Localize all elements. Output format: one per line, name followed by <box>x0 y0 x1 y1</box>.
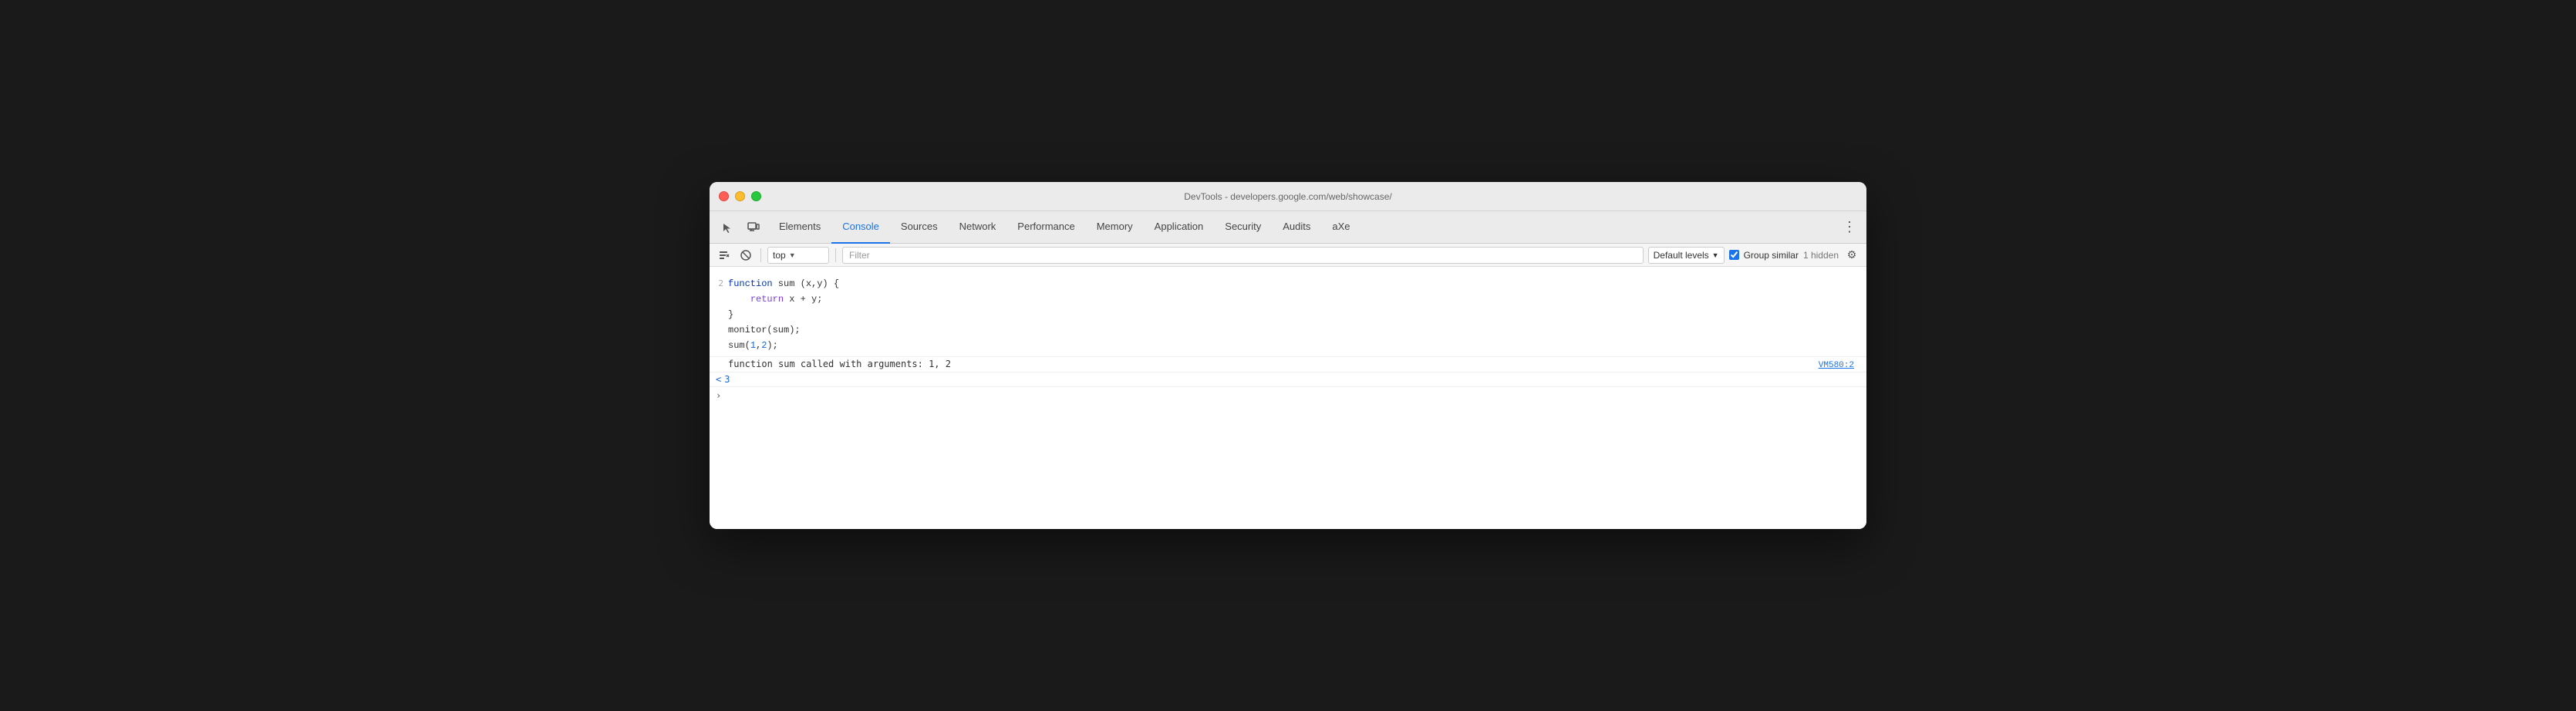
code-line-5: sum(1,2); <box>728 338 1866 353</box>
console-input-line: › <box>710 386 1866 404</box>
clear-console-button[interactable] <box>716 247 733 264</box>
console-settings-button[interactable]: ⚙ <box>1843 247 1860 264</box>
chevron-down-icon: ▼ <box>789 251 796 259</box>
device-icon[interactable] <box>742 217 765 238</box>
filter-input[interactable] <box>842 247 1644 264</box>
output-line: function sum called with arguments: 1, 2… <box>710 356 1866 372</box>
cursor-icon[interactable] <box>716 217 739 238</box>
nav-tabs: Elements Console Sources Network Perform… <box>710 211 1866 244</box>
code-line-1: function sum (x,y) { <box>728 276 1866 291</box>
more-tabs-button[interactable]: ⋮ <box>1839 217 1860 238</box>
console-output: 2 function sum (x,y) { return x + y; } m… <box>710 267 1866 529</box>
code-lines: function sum (x,y) { return x + y; } mon… <box>728 276 1866 353</box>
group-similar-control: Group similar <box>1729 250 1799 261</box>
maximize-button[interactable] <box>751 191 761 201</box>
tab-network[interactable]: Network <box>949 211 1007 244</box>
stop-button[interactable] <box>737 247 754 264</box>
result-chevron: < <box>716 374 721 385</box>
line-number: 2 <box>710 276 728 291</box>
divider-2 <box>835 248 836 262</box>
input-prompt-icon: › <box>716 390 721 401</box>
result-line: < 3 <box>710 372 1866 386</box>
tab-application[interactable]: Application <box>1144 211 1215 244</box>
hidden-count-badge: 1 hidden <box>1803 250 1839 261</box>
console-toolbar: top ▼ Default levels ▼ Group similar 1 h… <box>710 244 1866 267</box>
traffic-lights <box>719 191 761 201</box>
divider-1 <box>760 248 761 262</box>
code-line-4: monitor(sum); <box>728 322 1866 338</box>
default-levels-dropdown[interactable]: Default levels ▼ <box>1648 247 1725 264</box>
tab-memory[interactable]: Memory <box>1086 211 1144 244</box>
vm-link[interactable]: VM580:2 <box>1819 361 1860 370</box>
code-line-2: return x + y; <box>728 291 1866 307</box>
code-input-block: 2 function sum (x,y) { return x + y; } m… <box>710 273 1866 356</box>
tab-sources[interactable]: Sources <box>890 211 949 244</box>
tab-performance[interactable]: Performance <box>1006 211 1085 244</box>
window-title: DevTools - developers.google.com/web/sho… <box>1184 191 1391 202</box>
chevron-down-icon: ▼ <box>1712 251 1719 259</box>
output-text: function sum called with arguments: 1, 2 <box>728 359 951 369</box>
minimize-button[interactable] <box>735 191 745 201</box>
context-selector[interactable]: top ▼ <box>767 247 829 264</box>
title-bar: DevTools - developers.google.com/web/sho… <box>710 182 1866 211</box>
tab-security[interactable]: Security <box>1214 211 1272 244</box>
tab-axe[interactable]: aXe <box>1321 211 1360 244</box>
group-similar-checkbox[interactable] <box>1729 250 1739 260</box>
tab-audits[interactable]: Audits <box>1272 211 1321 244</box>
devtools-window: DevTools - developers.google.com/web/sho… <box>710 182 1866 529</box>
close-button[interactable] <box>719 191 729 201</box>
code-line-3: } <box>728 307 1866 322</box>
tab-console[interactable]: Console <box>831 211 890 244</box>
tab-elements[interactable]: Elements <box>768 211 831 244</box>
result-value: 3 <box>724 374 730 385</box>
